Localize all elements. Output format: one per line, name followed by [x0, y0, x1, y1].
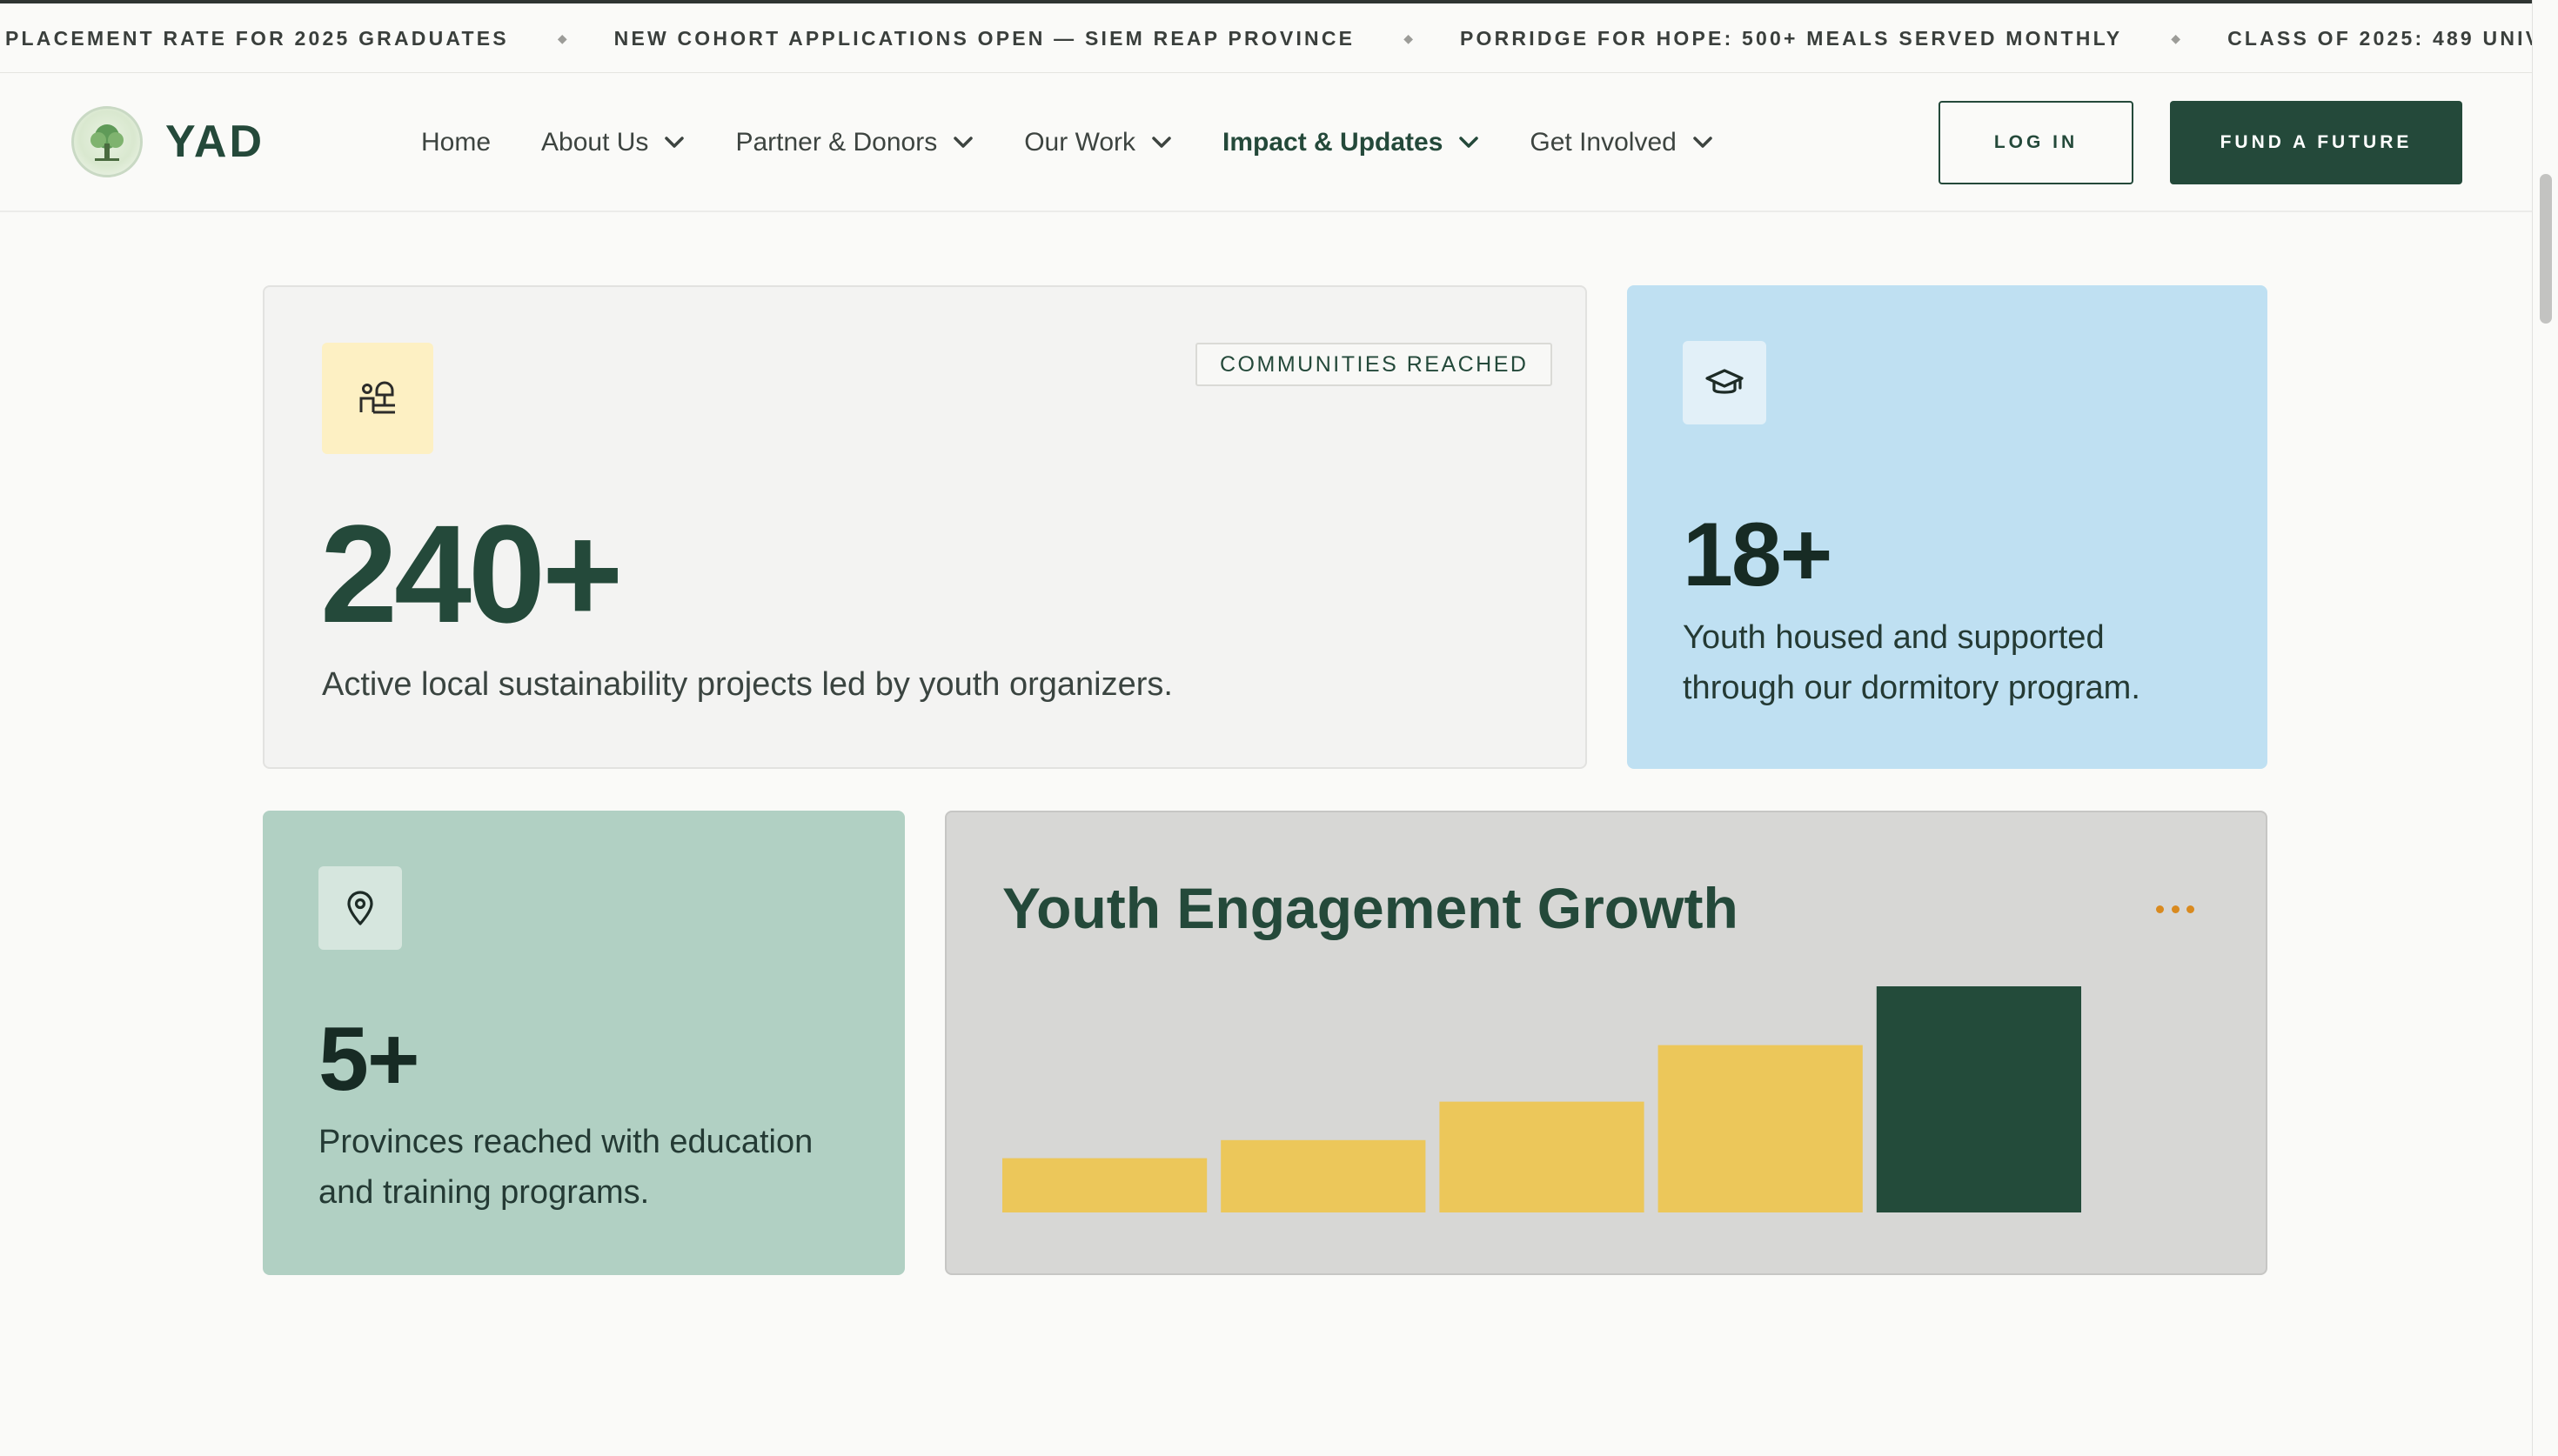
chart-bar — [1876, 986, 2081, 1212]
communities-reached-card: COMMUNITIES REACHED 240+ Active local su… — [263, 285, 1587, 769]
bar-chart — [1002, 986, 2081, 1212]
dormitory-value: 18+ — [1683, 504, 1832, 605]
ticker-item: NEW COHORT APPLICATIONS OPEN — SIEM REAP… — [613, 26, 1356, 50]
chevron-down-icon — [665, 137, 685, 148]
nav-label: Partner & Donors — [735, 128, 938, 157]
provinces-description: Provinces reached with education and tra… — [318, 1124, 814, 1211]
tree-logo-icon — [71, 106, 143, 177]
main-nav: Home About Us Partner & Donors Our Work … — [421, 73, 1764, 212]
chart-title: Youth Engagement Growth — [1002, 876, 1738, 940]
provinces-value: 5+ — [318, 1009, 420, 1110]
scrollbar-thumb[interactable] — [2540, 174, 2552, 324]
nav-our-work[interactable]: Our Work — [1024, 128, 1172, 157]
ticker-item: PLACEMENT RATE FOR 2025 GRADUATES — [5, 26, 509, 50]
graduation-cap-icon — [1683, 341, 1766, 424]
chart-bar — [1221, 1139, 1426, 1212]
youth-engagement-chart-card: Youth Engagement Growth — [945, 811, 2267, 1275]
ticker-separator: ◆ — [2171, 30, 2181, 45]
nav-home[interactable]: Home — [421, 128, 491, 157]
ticker-item: CLASS OF 2025: 489 UNIVERSITY G — [2227, 26, 2532, 50]
chevron-down-icon — [1152, 137, 1171, 148]
nav-label: Get Involved — [1530, 128, 1677, 157]
nav-label: Home — [421, 128, 492, 157]
fund-a-future-button[interactable]: FUND A FUTURE — [2170, 101, 2462, 184]
page-scrollbar[interactable] — [2532, 0, 2558, 1456]
nav-get-involved[interactable]: Get Involved — [1530, 128, 1712, 157]
ticker-separator: ◆ — [1403, 30, 1413, 45]
map-pin-icon — [318, 866, 402, 950]
chart-bar — [1439, 1101, 1644, 1212]
ticker-item: PORRIDGE FOR HOPE: 500+ MEALS SERVED MON… — [1459, 26, 2123, 50]
ticker-separator: ◆ — [557, 30, 567, 45]
home-logo-link[interactable]: YAD — [71, 106, 265, 177]
chevron-down-icon — [1693, 137, 1712, 148]
dormitory-card: 18+ Youth housed and supported through o… — [1627, 285, 2267, 769]
ticker-track: PLACEMENT RATE FOR 2025 GRADUATES ◆ NEW … — [5, 3, 2532, 72]
nav-impact-updates[interactable]: Impact & Updates — [1222, 128, 1479, 157]
communities-value: 240+ — [320, 496, 623, 651]
nav-label: About Us — [541, 128, 649, 157]
communities-badge: COMMUNITIES REACHED — [1195, 343, 1553, 386]
provinces-card: 5+ Provinces reached with education and … — [263, 811, 905, 1275]
community-icon — [322, 343, 433, 454]
nav-about-us[interactable]: About Us — [541, 128, 685, 157]
login-button[interactable]: LOG IN — [1939, 101, 2133, 184]
communities-description: Active local sustainability projects led… — [322, 666, 1173, 703]
chart-bar — [1002, 1158, 1208, 1212]
chart-bar — [1657, 1045, 1863, 1212]
more-options-icon[interactable] — [2156, 903, 2194, 915]
site-header: YAD Home About Us Partner & Donors Our W… — [0, 73, 2532, 212]
dormitory-description: Youth housed and supported through our d… — [1683, 619, 2140, 706]
nav-label: Our Work — [1024, 128, 1136, 157]
chevron-down-icon — [954, 137, 973, 148]
announcement-ticker: PLACEMENT RATE FOR 2025 GRADUATES ◆ NEW … — [0, 0, 2532, 73]
logo-text: YAD — [165, 117, 265, 167]
nav-label: Impact & Updates — [1222, 128, 1443, 157]
chevron-down-icon — [1459, 137, 1479, 148]
nav-partner-donors[interactable]: Partner & Donors — [735, 128, 974, 157]
